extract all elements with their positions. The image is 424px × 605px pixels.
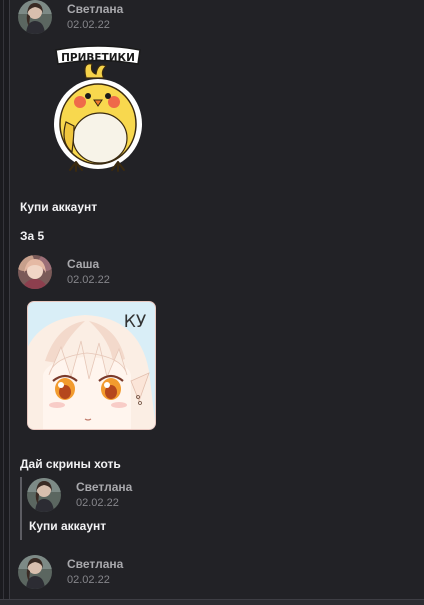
reply-quote-bar	[20, 477, 22, 540]
message-date: 02.02.22	[67, 574, 110, 586]
anime-girl-sticker[interactable]: КУ	[27, 301, 156, 430]
message-date: 02.02.22	[67, 274, 110, 286]
avatar[interactable]	[18, 555, 52, 589]
author-name[interactable]: Светлана	[76, 480, 132, 494]
message-date: 02.02.22	[76, 497, 119, 509]
avatar[interactable]	[18, 0, 52, 34]
author-name[interactable]: Саша	[67, 257, 99, 271]
avatar[interactable]	[27, 478, 61, 512]
sticker-caption: КУ	[124, 312, 147, 332]
author-name[interactable]: Светлана	[67, 2, 123, 16]
message-date: 02.02.22	[67, 19, 110, 31]
left-scroll-rail[interactable]	[0, 0, 10, 605]
bottom-scroll-edge	[0, 599, 424, 605]
sticker-caption: ПРИВЕТИКИ	[61, 52, 135, 64]
avatar[interactable]	[18, 255, 52, 289]
message-text: Дай скрины хоть	[20, 457, 121, 471]
chat-window: Светлана 02.02.22 ПРИВЕТИКИ Купи аккаунт…	[0, 0, 424, 605]
reply-quote-text: Купи аккаунт	[29, 519, 107, 533]
message-text: За 5	[20, 229, 45, 243]
author-name[interactable]: Светлана	[67, 557, 123, 571]
chick-sticker[interactable]: ПРИВЕТИКИ	[52, 44, 144, 174]
message-text: Купи аккаунт	[20, 200, 98, 214]
